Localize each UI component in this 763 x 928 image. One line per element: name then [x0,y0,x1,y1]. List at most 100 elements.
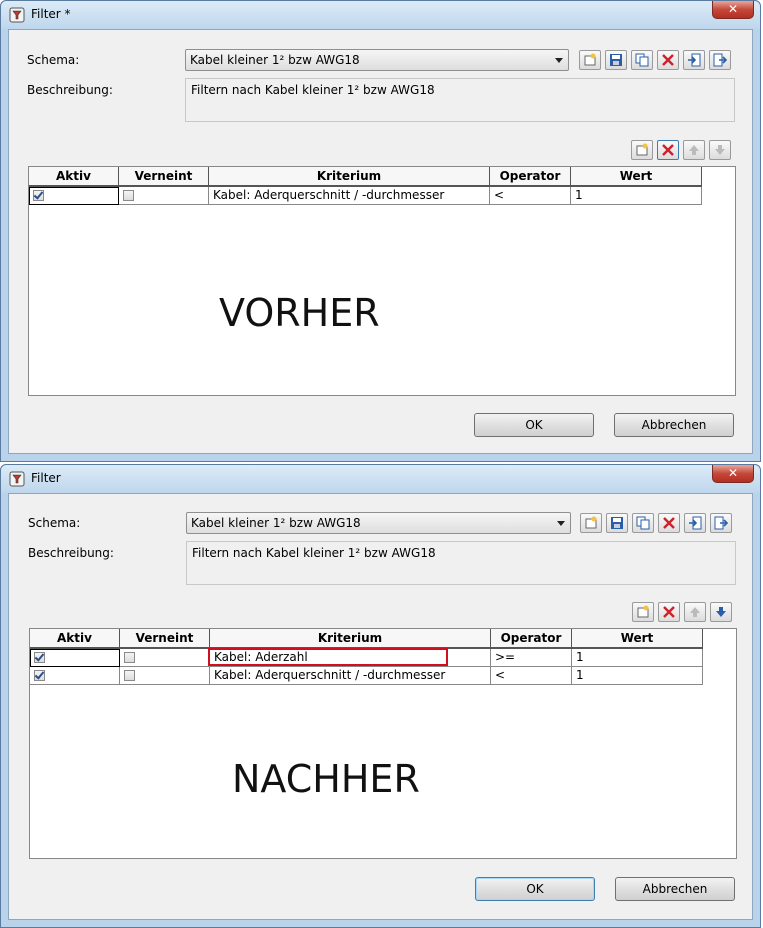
delete-schema-button[interactable] [658,513,680,533]
verneint-checkbox[interactable] [124,652,135,663]
table-row-2-aktiv[interactable] [30,667,120,685]
column-header-operator[interactable]: Operator [490,167,571,187]
table-row-2-kriterium[interactable]: Kabel: Aderquerschnitt / -durchmesser [210,667,491,685]
export-schema-button[interactable] [709,50,731,70]
aktiv-checkbox[interactable] [34,670,45,681]
ok-button[interactable]: OK [475,877,595,901]
description-field[interactable]: Filtern nach Kabel kleiner 1² bzw AWG18 [185,78,735,122]
table-row-2-wert[interactable]: 1 [572,667,703,685]
filter-app-icon [9,471,25,487]
copy-schema-button[interactable] [632,513,654,533]
title-bar[interactable]: Filter ✕ [1,465,760,493]
table-row-1-wert[interactable]: 1 [572,649,703,667]
import-schema-button[interactable] [683,50,705,70]
description-label: Beschreibung: [27,83,113,97]
column-header-wert[interactable]: Wert [571,167,702,187]
save-schema-button[interactable] [606,513,628,533]
delete-icon [663,517,675,529]
column-header-wert[interactable]: Wert [572,629,703,649]
schema-value: Kabel kleiner 1² bzw AWG18 [190,53,360,67]
save-icon [611,517,623,529]
move-up-button[interactable] [683,140,705,160]
window-title: Filter [31,471,61,485]
dialog-client: Schema: Kabel kleiner 1² bzw AWG18 Besch… [8,493,753,920]
arrow-up-icon [689,145,699,155]
window-title: Filter * [31,7,71,21]
copy-icon [636,516,650,530]
title-bar[interactable]: Filter * ✕ [1,1,760,29]
column-header-aktiv[interactable]: Aktiv [30,629,120,649]
add-criterion-button[interactable] [631,140,653,160]
schema-value: Kabel kleiner 1² bzw AWG18 [191,516,361,530]
export-icon [713,53,727,67]
highlight-box [208,648,448,666]
delete-icon [662,144,674,156]
table-row-1-operator[interactable]: < [490,187,571,205]
filter-dialog-after: Filter ✕ Schema: Kabel kleiner 1² bzw AW… [0,464,761,928]
column-header-operator[interactable]: Operator [491,629,572,649]
table-row-1-verneint[interactable] [119,187,209,205]
chevron-down-icon [555,58,563,63]
arrow-up-icon [690,607,700,617]
move-down-button[interactable] [709,140,731,160]
arrow-down-icon [715,145,725,155]
verneint-checkbox[interactable] [124,670,135,681]
delete-icon [663,606,675,618]
column-header-verneint[interactable]: Verneint [120,629,210,649]
schema-label: Schema: [28,516,81,530]
save-schema-button[interactable] [605,50,627,70]
remove-criterion-button[interactable] [657,140,679,160]
import-icon [689,516,702,530]
table-row-1-operator[interactable]: >= [491,649,572,667]
new-icon [636,143,648,156]
chevron-down-icon [557,521,565,526]
overlay-caption: NACHHER [232,757,420,801]
description-value: Filtern nach Kabel kleiner 1² bzw AWG18 [191,83,435,97]
description-label: Beschreibung: [28,546,114,560]
import-icon [688,53,701,67]
cancel-button[interactable]: Abbrechen [615,877,735,901]
close-button[interactable]: ✕ [712,1,754,19]
description-field[interactable]: Filtern nach Kabel kleiner 1² bzw AWG18 [186,541,736,585]
delete-icon [662,54,674,66]
column-header-verneint[interactable]: Verneint [119,167,209,187]
new-icon [585,516,597,529]
delete-schema-button[interactable] [657,50,679,70]
dialog-client: Schema: Kabel kleiner 1² bzw AWG18 Besch… [8,29,753,454]
arrow-down-icon [716,607,726,617]
copy-schema-button[interactable] [631,50,653,70]
new-schema-button[interactable] [579,50,601,70]
copy-icon [635,53,649,67]
filter-app-icon [9,7,25,23]
move-up-button[interactable] [684,602,706,622]
cell-focus-outline [30,649,120,667]
table-row-1-kriterium[interactable]: Kabel: Aderquerschnitt / -durchmesser [209,187,490,205]
verneint-checkbox[interactable] [123,190,134,201]
export-schema-button[interactable] [710,513,732,533]
column-header-aktiv[interactable]: Aktiv [29,167,119,187]
new-icon [637,605,649,618]
table-row-2-operator[interactable]: < [491,667,572,685]
criteria-table[interactable]: Aktiv Verneint Kriterium Operator Wert K… [29,628,737,859]
add-criterion-button[interactable] [632,602,654,622]
save-icon [610,54,622,66]
overlay-caption: VORHER [219,291,380,335]
close-button[interactable]: ✕ [712,465,754,483]
column-header-kriterium[interactable]: Kriterium [209,167,490,187]
column-header-kriterium[interactable]: Kriterium [210,629,491,649]
schema-select[interactable]: Kabel kleiner 1² bzw AWG18 [186,512,571,534]
table-row-2-verneint[interactable] [120,667,210,685]
import-schema-button[interactable] [684,513,706,533]
cancel-button[interactable]: Abbrechen [614,413,734,437]
move-down-button[interactable] [710,602,732,622]
schema-select[interactable]: Kabel kleiner 1² bzw AWG18 [185,49,569,71]
criteria-table[interactable]: Aktiv Verneint Kriterium Operator Wert K… [28,166,736,396]
remove-criterion-button[interactable] [658,602,680,622]
schema-label: Schema: [27,53,80,67]
cell-focus-outline [29,187,119,205]
ok-button[interactable]: OK [474,413,594,437]
export-icon [714,516,728,530]
new-schema-button[interactable] [580,513,602,533]
table-row-1-verneint[interactable] [120,649,210,667]
table-row-1-wert[interactable]: 1 [571,187,702,205]
